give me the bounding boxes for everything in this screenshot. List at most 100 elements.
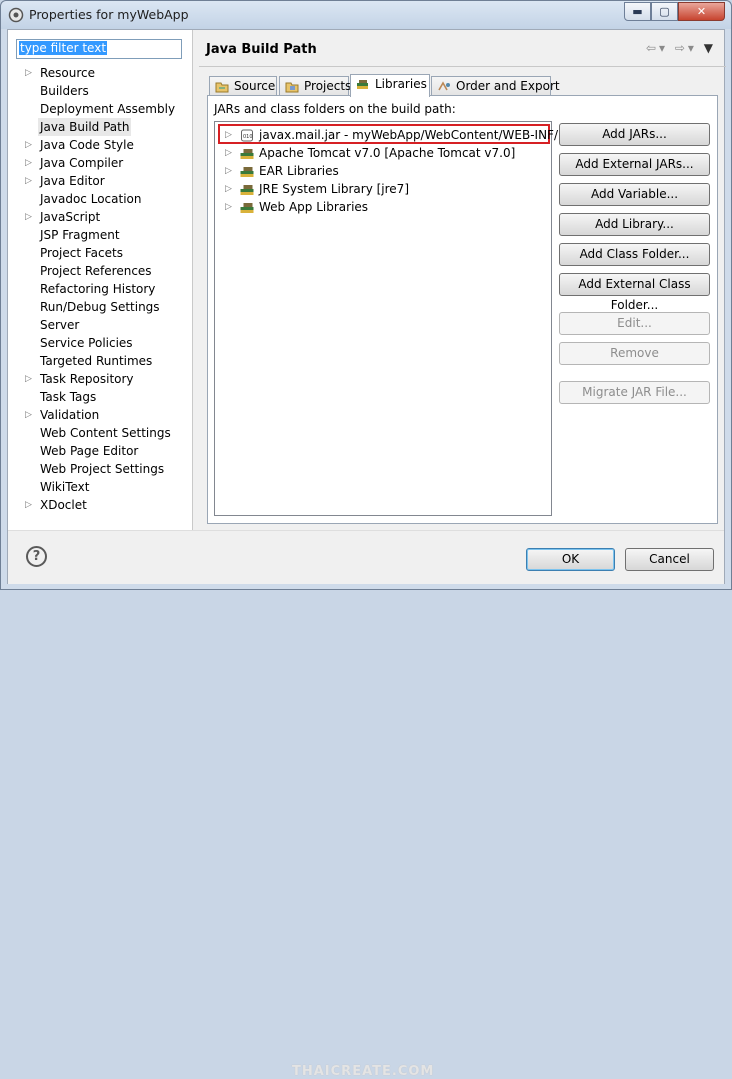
tree-item[interactable]: Web Page Editor <box>8 442 192 460</box>
tree-item-label: Task Repository <box>40 372 134 386</box>
tree-item[interactable]: Project Facets <box>8 244 192 262</box>
tree-item[interactable]: ▷ Java Editor <box>8 172 192 190</box>
expand-arrow-icon[interactable]: ▷ <box>25 64 35 82</box>
tree-item[interactable]: ▷ XDoclet <box>8 496 192 514</box>
edit-button[interactable]: Edit... <box>559 312 710 335</box>
tree-item[interactable]: ▷ Resource <box>8 64 192 82</box>
panel-label: JARs and class folders on the build path… <box>214 102 456 116</box>
tree-item[interactable]: Web Project Settings <box>8 460 192 478</box>
back-arrow-icon[interactable]: ⇦ <box>646 41 659 55</box>
add-jars-button[interactable]: Add JARs... <box>559 123 710 146</box>
add-external-class-folder-button[interactable]: Add External Class Folder... <box>559 273 710 312</box>
libraries-icon <box>357 80 368 89</box>
tree-item[interactable]: ▷ JavaScript <box>8 208 192 226</box>
title-separator <box>199 66 726 67</box>
window-title: Properties for myWebApp <box>29 7 189 22</box>
page-title: Java Build Path <box>206 42 317 57</box>
tree-item[interactable]: Server <box>8 316 192 334</box>
library-item[interactable]: ▷ 010 javax.mail.jar - myWebApp/WebContent… <box>216 126 572 144</box>
tree-item[interactable]: Javadoc Location <box>8 190 192 208</box>
title-bar[interactable]: Properties for myWebApp ▬ ▢ ✕ <box>1 1 731 29</box>
filter-input[interactable]: type filter text <box>16 39 182 59</box>
close-button[interactable]: ✕ <box>678 2 725 21</box>
tree-item-label: Java Build Path <box>38 118 132 136</box>
migrate-jar-file-button[interactable]: Migrate JAR File... <box>559 381 710 404</box>
forward-arrow-icon[interactable]: ⇨ <box>675 41 688 55</box>
tab-libraries[interactable]: Libraries <box>350 74 430 97</box>
tab-source[interactable]: Source <box>209 76 277 97</box>
tree-item[interactable]: ▷ Java Code Style <box>8 136 192 154</box>
library-icon <box>240 185 254 195</box>
remove-button[interactable]: Remove <box>559 342 710 365</box>
expand-arrow-icon[interactable]: ▷ <box>225 198 232 216</box>
order-export-icon <box>438 81 450 91</box>
expand-arrow-icon[interactable]: ▷ <box>25 154 35 172</box>
library-item-label: JRE System Library [jre7] <box>259 182 409 196</box>
library-item[interactable]: ▷ Web App Libraries <box>216 198 546 216</box>
expand-arrow-icon[interactable]: ▷ <box>25 208 35 226</box>
tree-item[interactable]: Deployment Assembly <box>8 100 192 118</box>
svg-text:010: 010 <box>243 134 253 140</box>
tab-order-and-export[interactable]: Order and Export <box>431 76 560 97</box>
add-external-jars-button[interactable]: Add External JARs... <box>559 153 710 176</box>
tree-item[interactable]: Java Build Path <box>8 118 192 136</box>
libraries-list[interactable]: ▷ 010 javax.mail.jar - myWebApp/WebContent… <box>214 121 572 516</box>
expand-arrow-icon[interactable]: ▷ <box>225 126 232 144</box>
add-variable-button[interactable]: Add Variable... <box>559 183 710 206</box>
tree-item[interactable]: WikiText <box>8 478 192 496</box>
expand-arrow-icon[interactable]: ▷ <box>25 172 35 190</box>
libraries-panel: JARs and class folders on the build path… <box>207 95 718 524</box>
tree-item[interactable]: Targeted Runtimes <box>8 352 192 370</box>
tree-item[interactable]: Service Policies <box>8 334 192 352</box>
cancel-button[interactable]: Cancel <box>625 548 714 571</box>
tree-item-label: WikiText <box>40 480 90 494</box>
tree-item-label: Targeted Runtimes <box>40 354 153 368</box>
tree-item-label: Service Policies <box>40 336 133 350</box>
tree-item[interactable]: Task Tags <box>8 388 192 406</box>
help-icon[interactable]: ? <box>26 546 47 567</box>
maximize-button[interactable]: ▢ <box>651 2 678 21</box>
library-item[interactable]: ▷ Apache Tomcat v7.0 [Apache Tomcat v7.0] <box>216 144 546 162</box>
expand-arrow-icon[interactable]: ▷ <box>25 370 35 388</box>
expand-arrow-icon[interactable]: ▷ <box>25 136 35 154</box>
filter-input-value: type filter text <box>19 41 108 55</box>
view-menu-icon[interactable]: ▼ <box>704 41 716 55</box>
minimize-button[interactable]: ▬ <box>624 2 651 21</box>
library-icon <box>240 203 254 213</box>
tree-item[interactable]: Web Content Settings <box>8 424 192 442</box>
expand-arrow-icon[interactable]: ▷ <box>25 496 35 514</box>
library-item[interactable]: ▷ EAR Libraries <box>216 162 546 180</box>
tree-item[interactable]: Run/Debug Settings <box>8 298 192 316</box>
tree-item[interactable]: Builders <box>8 82 192 100</box>
library-item-label: Web App Libraries <box>259 200 369 214</box>
tab-projects[interactable]: Projects <box>279 76 352 97</box>
tree-item[interactable]: ▷ Java Compiler <box>8 154 192 172</box>
add-class-folder-button[interactable]: Add Class Folder... <box>559 243 710 266</box>
tree-item-label: Web Content Settings <box>40 426 171 440</box>
tree-item[interactable]: ▷ Validation <box>8 406 192 424</box>
tree-item[interactable]: Refactoring History <box>8 280 192 298</box>
jar-icon: 010 <box>241 129 253 142</box>
properties-window: Properties for myWebApp ▬ ▢ ✕ type filte… <box>0 0 732 1079</box>
expand-arrow-icon[interactable]: ▷ <box>25 406 35 424</box>
expand-arrow-icon[interactable]: ▷ <box>225 180 232 198</box>
tree-item-label: Java Editor <box>40 174 105 188</box>
tree-item[interactable]: ▷ Task Repository <box>8 370 192 388</box>
tree-item-label: Javadoc Location <box>40 192 142 206</box>
expand-arrow-icon[interactable]: ▷ <box>225 162 232 180</box>
dialog-client: type filter text ▷ Resource Builders Deploy… <box>7 29 726 1079</box>
tree-item[interactable]: JSP Fragment <box>8 226 192 244</box>
tree-item-label: Task Tags <box>40 390 97 404</box>
tree-item[interactable]: Project References <box>8 262 192 280</box>
forward-dropdown-icon[interactable]: ▾ <box>688 41 697 55</box>
add-library-button[interactable]: Add Library... <box>559 213 710 236</box>
library-item[interactable]: ▷ JRE System Library [jre7] <box>216 180 546 198</box>
tree-item-label: Builders <box>40 84 89 98</box>
expand-arrow-icon[interactable]: ▷ <box>225 144 232 162</box>
ok-button[interactable]: OK <box>526 548 615 571</box>
eclipse-properties-icon <box>8 7 24 23</box>
back-dropdown-icon[interactable]: ▾ <box>659 41 668 55</box>
tab-label: Projects <box>304 79 352 93</box>
tree-item-label: XDoclet <box>40 498 87 512</box>
watermark: THAICREATE.COM <box>292 1064 435 1079</box>
